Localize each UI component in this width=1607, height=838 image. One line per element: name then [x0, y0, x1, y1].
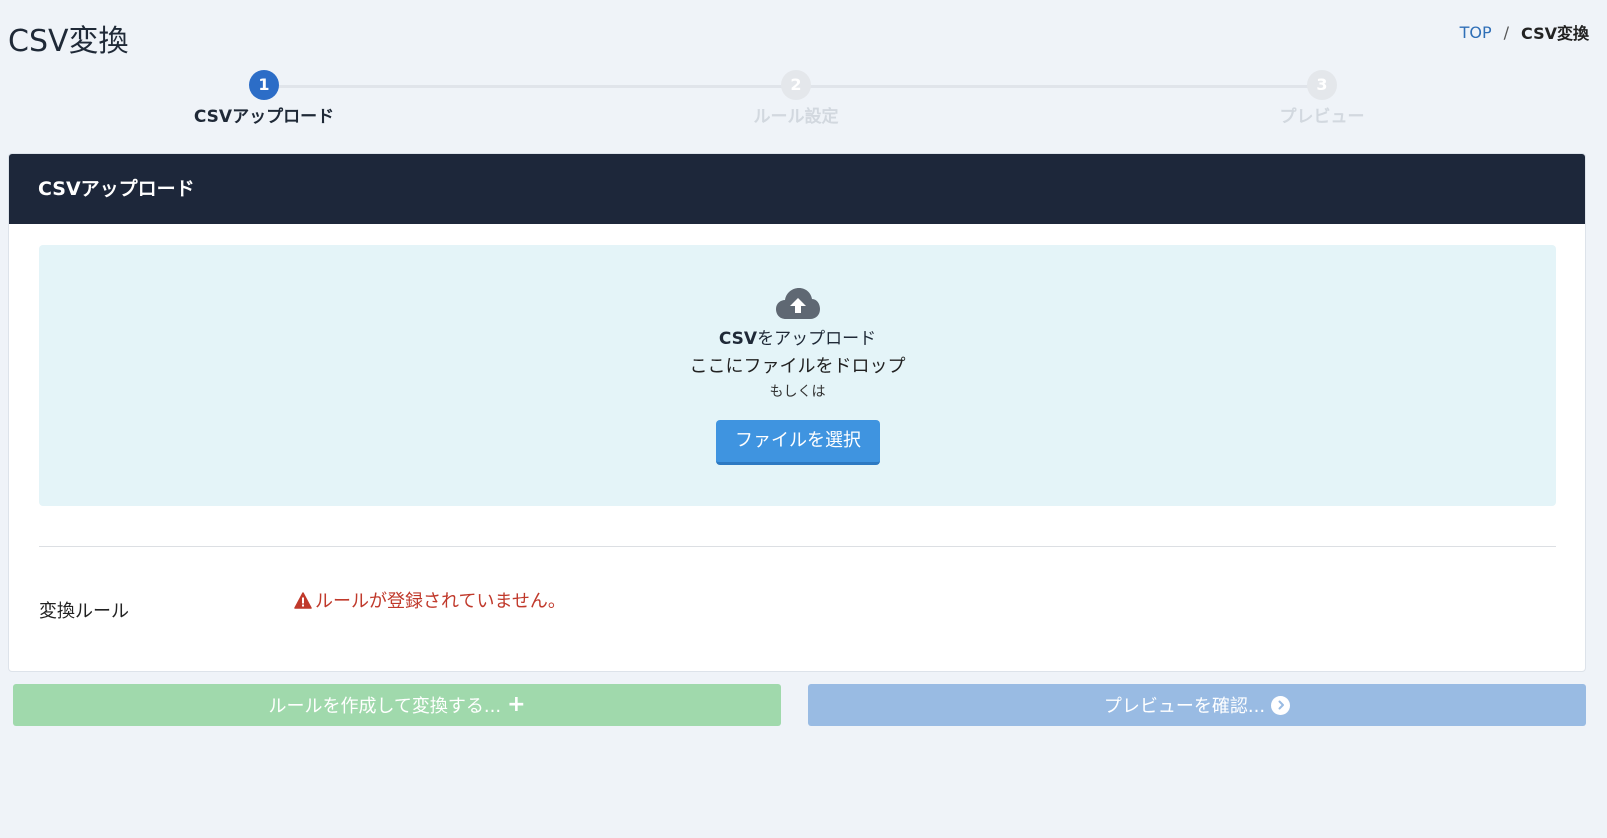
csv-dropzone[interactable]: CSVをアップロード ここにファイルをドロップ もしくは ファイルを選択 — [39, 245, 1556, 506]
dropzone-or-text: もしくは — [769, 384, 826, 400]
step-rule-settings: 2 ルール設定 — [696, 70, 896, 127]
divider — [39, 546, 1556, 547]
stepper: 1 CSVアップロード 2 ルール設定 3 プレビュー — [0, 70, 1607, 130]
rule-error-message: ルールが登録されていません。 — [294, 587, 566, 613]
breadcrumb: TOP / CSV変換 — [1460, 20, 1589, 44]
step-label: プレビュー — [1279, 107, 1365, 127]
create-rule-and-convert-button[interactable]: ルールを作成して変換する... + — [13, 684, 781, 726]
dropzone-title-rest: をアップロード — [757, 329, 877, 349]
breadcrumb-separator: / — [1503, 22, 1510, 42]
page-title: CSV変換 — [8, 24, 129, 59]
step-number: 1 — [249, 70, 279, 100]
rule-error-text: ルールが登録されていません。 — [315, 591, 566, 612]
step-number: 3 — [1307, 70, 1337, 100]
cloud-upload-icon — [776, 288, 820, 319]
page: CSV変換 TOP / CSV変換 1 CSVアップロード 2 ルール設定 3 … — [0, 0, 1607, 838]
step-preview: 3 プレビュー — [1222, 70, 1422, 127]
dropzone-title-strong: CSV — [718, 329, 758, 349]
plus-icon: + — [507, 692, 526, 717]
breadcrumb-home-link[interactable]: TOP — [1460, 23, 1492, 42]
conversion-rule-label: 変換ルール — [39, 601, 129, 622]
step-label: CSVアップロード — [193, 107, 335, 127]
card-header: CSVアップロード — [9, 154, 1585, 224]
step-upload: 1 CSVアップロード — [164, 70, 364, 127]
preview-button-label: プレビューを確認... — [1103, 696, 1266, 717]
step-number: 2 — [781, 70, 811, 100]
create-button-label: ルールを作成して変換する... — [268, 696, 502, 717]
warning-icon — [294, 591, 312, 609]
dropzone-title: CSVをアップロード — [39, 324, 1556, 349]
dropzone-drop-text: ここにファイルをドロップ — [689, 356, 906, 377]
step-label: ルール設定 — [753, 107, 839, 127]
select-file-button[interactable]: ファイルを選択 — [716, 420, 880, 465]
breadcrumb-current: CSV変換 — [1521, 24, 1589, 43]
preview-button[interactable]: プレビューを確認... — [808, 684, 1586, 726]
upload-card: CSVアップロード CSVをアップロード ここにファイルをドロップ もしくは フ… — [8, 153, 1586, 672]
circle-chevron-right-icon — [1271, 695, 1291, 715]
